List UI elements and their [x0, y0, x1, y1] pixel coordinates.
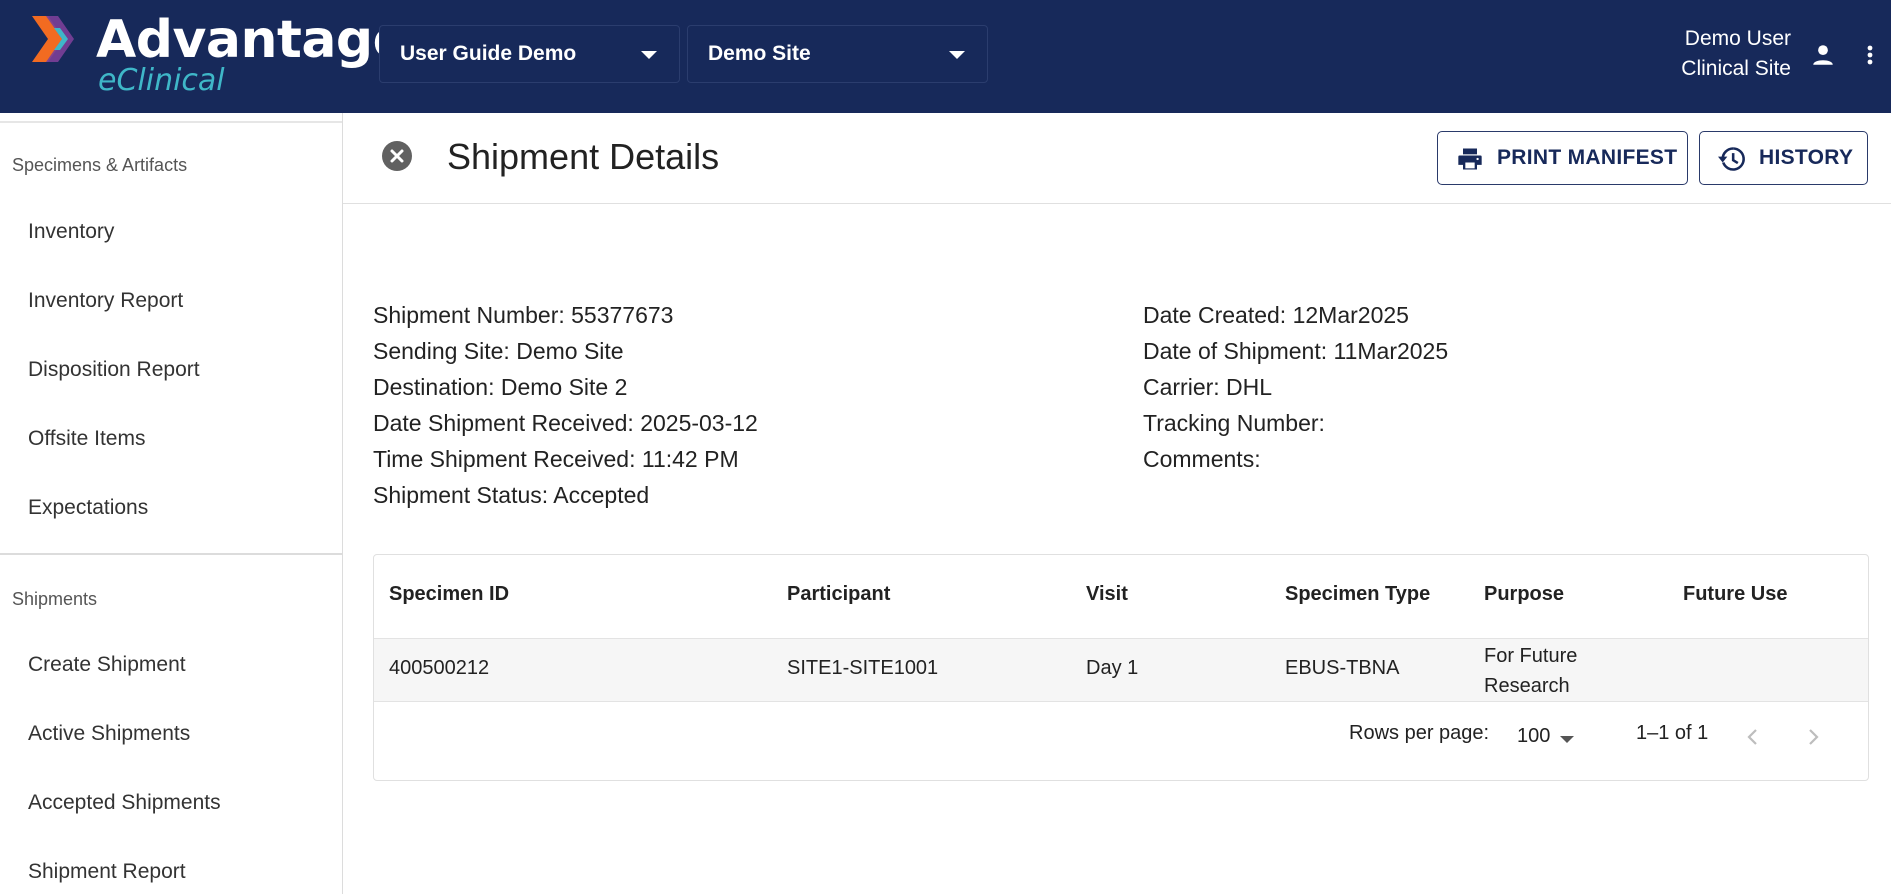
tracking-number: Tracking Number: [1143, 410, 1325, 436]
specimens-table: Specimen ID Participant Visit Specimen T… [373, 554, 1869, 781]
comments: Comments: [1143, 446, 1261, 472]
close-icon[interactable] [382, 141, 412, 171]
account-icon[interactable] [1810, 42, 1836, 68]
column-header-future-use[interactable]: Future Use [1683, 583, 1787, 606]
shipment-details-left: Shipment Number: 55377673 Sending Site: … [373, 297, 758, 513]
page-header: Shipment Details PRINT MANIFEST HISTORY [343, 113, 1891, 204]
sidebar-item-active-shipments[interactable]: Active Shipments [28, 722, 190, 746]
sidebar-divider [0, 553, 342, 555]
print-manifest-button[interactable]: PRINT MANIFEST [1437, 131, 1688, 185]
print-manifest-label: PRINT MANIFEST [1497, 146, 1678, 169]
date-received: Date Shipment Received: 2025-03-12 [373, 410, 758, 436]
sidebar-item-shipment-report[interactable]: Shipment Report [28, 860, 186, 884]
sidebar-item-inventory-report[interactable]: Inventory Report [28, 289, 183, 313]
shipment-number: Shipment Number: 55377673 [373, 302, 674, 328]
chevron-right-icon[interactable] [1801, 725, 1825, 749]
destination: Destination: Demo Site 2 [373, 374, 628, 400]
sidebar-section-shipments: Shipments [12, 589, 98, 609]
chevron-down-icon [641, 51, 657, 59]
app-logo[interactable]: Advantage eClinical [30, 10, 408, 100]
cell-purpose: For Future Research [1484, 641, 1577, 701]
table-row[interactable]: 400500212 SITE1-SITE1001 Day 1 EBUS-TBNA… [374, 638, 1868, 702]
rows-per-page-select[interactable]: 100 [1514, 719, 1586, 751]
pagination-range: 1–1 of 1 [1636, 722, 1709, 744]
study-select-value: User Guide Demo [400, 42, 577, 65]
rows-per-page-label: Rows per page: [1349, 722, 1490, 744]
chevron-down-icon [949, 51, 965, 59]
cell-specimen-type: EBUS-TBNA [1285, 657, 1400, 679]
column-header-participant[interactable]: Participant [787, 583, 890, 606]
history-button[interactable]: HISTORY [1699, 131, 1868, 185]
time-received: Time Shipment Received: 11:42 PM [373, 446, 739, 472]
chevron-left-icon[interactable] [1741, 725, 1765, 749]
rows-per-page-value: 100 [1517, 725, 1551, 747]
date-of-shipment: Date of Shipment: 11Mar2025 [1143, 338, 1449, 364]
sidebar-item-create-shipment[interactable]: Create Shipment [28, 653, 186, 677]
sidebar-item-inventory[interactable]: Inventory [28, 220, 114, 244]
printer-icon [1458, 148, 1482, 170]
page-title: Shipment Details [447, 136, 720, 177]
logo-chevron-icon [32, 16, 74, 62]
main-content: Shipment Details PRINT MANIFEST HISTORY … [343, 113, 1891, 894]
sidebar: Specimens & Artifacts Inventory Inventor… [0, 113, 343, 894]
sidebar-item-disposition-report[interactable]: Disposition Report [28, 358, 200, 382]
sidebar-item-offsite-items[interactable]: Offsite Items [28, 427, 145, 451]
site-select-value: Demo Site [708, 42, 811, 65]
sidebar-divider [0, 121, 342, 123]
site-select[interactable]: Demo Site [687, 25, 988, 83]
user-name: Demo User [1684, 27, 1791, 50]
sidebar-item-accepted-shipments[interactable]: Accepted Shipments [28, 791, 221, 815]
shipment-details-right: Date Created: 12Mar2025 Date of Shipment… [1143, 297, 1448, 477]
sending-site: Sending Site: Demo Site [373, 338, 624, 364]
carrier: Carrier: DHL [1143, 374, 1273, 400]
column-header-visit[interactable]: Visit [1086, 583, 1128, 606]
cell-specimen-id: 400500212 [389, 657, 490, 679]
date-created: Date Created: 12Mar2025 [1143, 302, 1409, 328]
cell-visit: Day 1 [1086, 657, 1139, 679]
top-app-bar: Advantage eClinical User Guide Demo Demo… [0, 0, 1891, 113]
column-header-purpose[interactable]: Purpose [1484, 583, 1564, 606]
user-info: Demo User Clinical Site [1681, 24, 1791, 84]
brand-subtitle: eClinical [98, 63, 225, 98]
brand-name: Advantage [96, 10, 408, 70]
shipment-status: Shipment Status: Accepted [373, 482, 650, 508]
user-role: Clinical Site [1681, 57, 1791, 80]
cell-purpose-line: For Future [1484, 645, 1578, 667]
history-label: HISTORY [1759, 146, 1854, 169]
study-select[interactable]: User Guide Demo [379, 25, 680, 83]
cell-purpose-line: Research [1484, 675, 1570, 697]
column-header-specimen-id[interactable]: Specimen ID [389, 583, 509, 606]
chevron-down-icon [1560, 736, 1574, 743]
sidebar-item-expectations[interactable]: Expectations [28, 496, 148, 520]
more-vert-icon[interactable] [1858, 42, 1882, 68]
cell-participant: SITE1-SITE1001 [787, 657, 939, 679]
history-icon [1718, 147, 1745, 171]
column-header-specimen-type[interactable]: Specimen Type [1285, 583, 1430, 606]
sidebar-section-specimens: Specimens & Artifacts [12, 155, 188, 175]
